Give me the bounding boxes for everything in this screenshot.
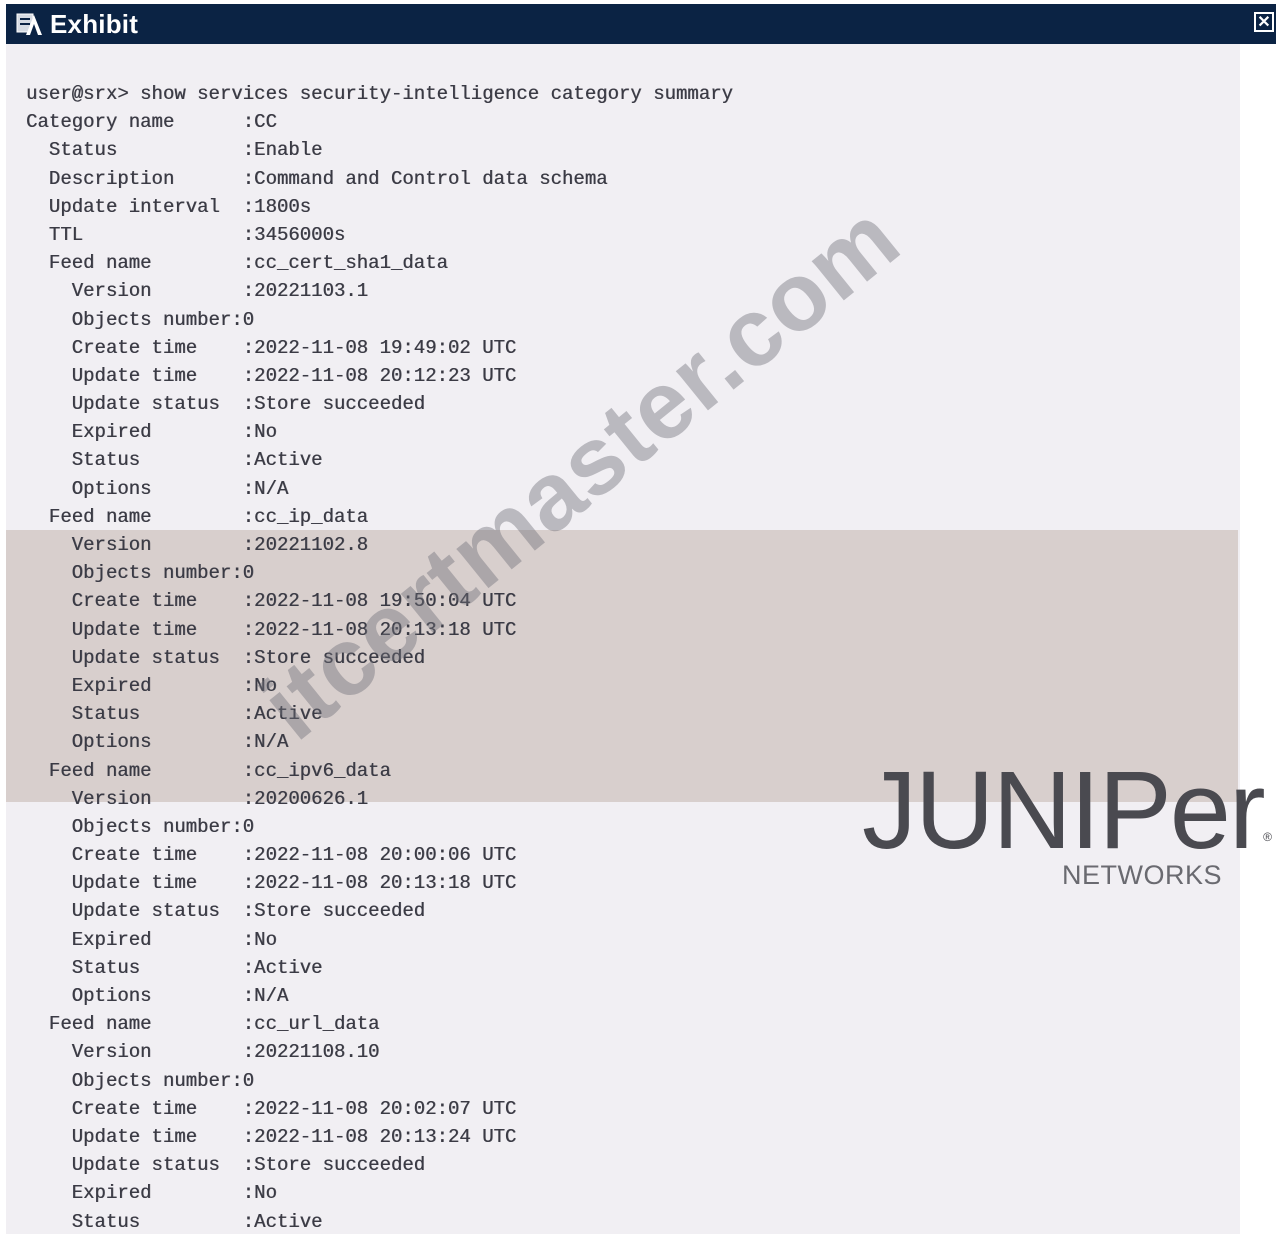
terminal-line: Status :Active: [26, 1210, 323, 1233]
right-margin: [1240, 44, 1276, 1234]
terminal-line: Update time :2022-11-08 20:13:18 UTC: [26, 872, 517, 895]
terminal-line: Status :Active: [26, 956, 323, 979]
logo-registered-mark: ®: [1263, 830, 1272, 844]
window-title: Exhibit: [50, 8, 139, 39]
logo-networks-text: NETWORKS: [1062, 860, 1223, 890]
terminal-line: Feed name :cc_ipv6_data: [26, 759, 391, 782]
juniper-logo: JUNIPer ® NETWORKS: [862, 749, 1276, 891]
close-button[interactable]: ✕: [1254, 12, 1274, 32]
terminal-line: Create time :2022-11-08 19:49:02 UTC: [26, 336, 517, 359]
terminal-line: user@srx> show services security-intelli…: [26, 83, 733, 105]
terminal-line: Category name :CC: [26, 111, 277, 134]
terminal-line: Objects number:0: [26, 815, 255, 838]
terminal-line: Objects number:0: [26, 308, 255, 331]
exhibit-window: Exhibit ✕ user@srx> show services securi…: [6, 4, 1276, 1234]
terminal-line: Expired :No: [26, 1182, 277, 1205]
terminal-line: Options :N/A: [26, 731, 289, 754]
logo-wordmark: JUNIPer: [862, 749, 1266, 872]
terminal-line: Create time :2022-11-08 20:00:06 UTC: [26, 844, 517, 867]
terminal-line: Update status :Store succeeded: [26, 900, 426, 923]
terminal-line: Version :20221102.8: [26, 534, 369, 556]
terminal-line: Update interval :1800s: [26, 195, 312, 218]
title-bar: Exhibit ✕: [6, 4, 1276, 44]
terminal-line: Options :N/A: [26, 985, 289, 1007]
terminal-line: Create time :2022-11-08 20:02:07 UTC: [26, 1097, 517, 1120]
terminal-line: Expired :No: [26, 928, 277, 951]
exhibit-icon: [12, 9, 46, 39]
terminal-line: Feed name :cc_cert_sha1_data: [26, 252, 448, 275]
exhibit-content: user@srx> show services security-intelli…: [6, 44, 1276, 1234]
terminal-line: Update status :Store succeeded: [26, 1154, 426, 1177]
terminal-line: Version :20221108.10: [26, 1041, 380, 1064]
close-icon: ✕: [1257, 14, 1271, 31]
terminal-line: Feed name :cc_url_data: [26, 1013, 380, 1036]
terminal-line: Update time :2022-11-08 20:13:24 UTC: [26, 1125, 517, 1148]
terminal-line: Version :20200626.1: [26, 787, 369, 810]
terminal-line: Description :Command and Control data sc…: [26, 167, 608, 190]
terminal-line: Objects number:0: [26, 1069, 255, 1092]
terminal-line: TTL :3456000s: [26, 223, 346, 246]
terminal-line: Version :20221103.1: [26, 280, 369, 303]
terminal-line: Status :Enable: [26, 139, 323, 162]
terminal-line: Feed name :cc_ip_data: [26, 505, 369, 528]
